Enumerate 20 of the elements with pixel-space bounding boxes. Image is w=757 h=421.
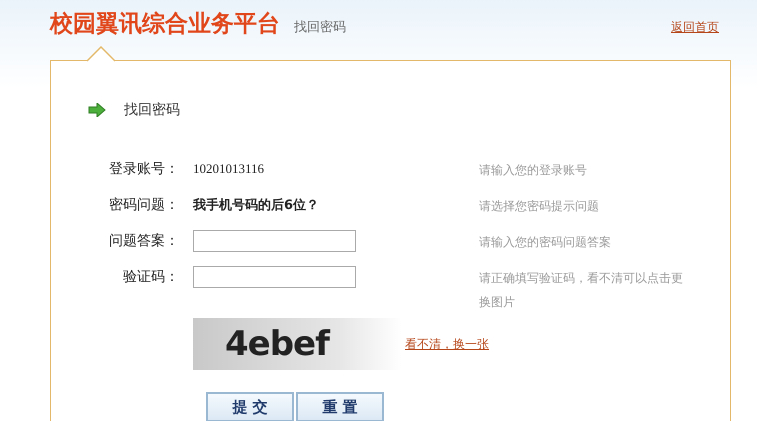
hint-text: 请输入您的登录账号 (479, 162, 588, 179)
input-field[interactable] (193, 230, 356, 252)
refresh-captcha-link[interactable]: 看不清，换一张 (405, 336, 489, 352)
form-button[interactable]: 提 交 (206, 392, 294, 421)
field-label: 验证码： (122, 268, 179, 287)
hint-text: 请输入您的密码问题答案 (479, 234, 612, 251)
input-field[interactable] (193, 266, 356, 288)
field-label: 密码问题： (108, 196, 179, 215)
hint-text: 请选择您密码提示问题 (479, 198, 600, 215)
form-button[interactable]: 重 置 (296, 392, 384, 421)
field-label: 问题答案： (108, 232, 179, 251)
section-heading: 找回密码 (124, 101, 180, 119)
page-subtitle: 找回密码 (294, 19, 346, 36)
account-value: 10201013116 (193, 161, 264, 177)
home-link[interactable]: 返回首页 (671, 19, 719, 36)
field-label: 登录账号： (108, 160, 179, 179)
question-value: 我手机号码的后6位？ (193, 196, 320, 214)
hint-text: 请正确填写验证码，看不清可以点击更换图片 (479, 270, 684, 311)
arrow-icon (88, 103, 106, 117)
site-title: 校园翼讯综合业务平台 (50, 10, 280, 39)
